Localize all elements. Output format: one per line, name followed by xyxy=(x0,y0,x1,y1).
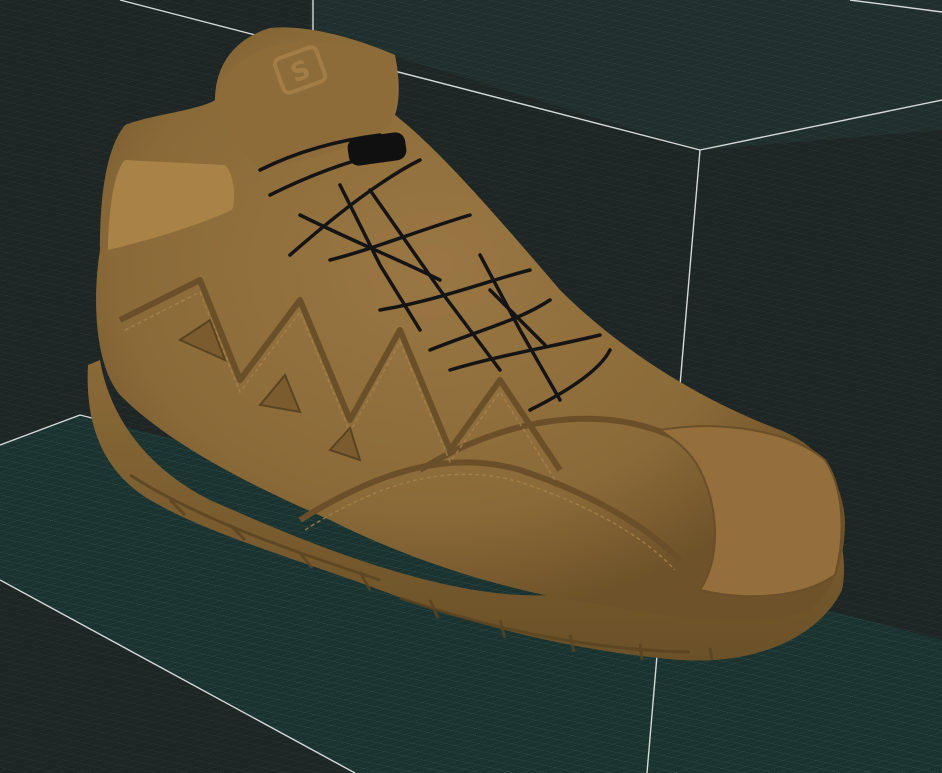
viewport-scene[interactable]: S xyxy=(0,0,942,773)
3d-viewport[interactable]: S xyxy=(0,0,942,773)
